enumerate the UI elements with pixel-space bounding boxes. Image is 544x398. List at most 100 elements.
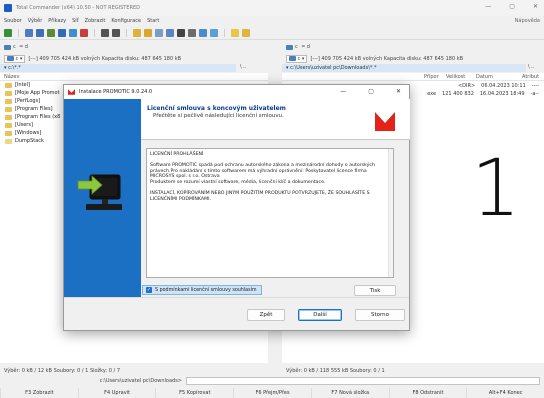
license-scrollbar[interactable] — [388, 149, 393, 277]
license-paragraph: INSTALACÍ, KOPÍROVÁNÍM NEBO JINÝM POUŽIT… — [150, 190, 370, 202]
left-drive-select[interactable]: c ▾ — [4, 54, 26, 63]
dialog-titlebar: Instalace PROMOTIC 9.0.24.0 — ▢ ✕ — [64, 85, 409, 99]
cancel-button[interactable]: Storno — [355, 309, 405, 321]
archive-icon[interactable] — [133, 28, 141, 37]
file-icon — [5, 138, 12, 144]
drive-select-value: c — [297, 55, 301, 62]
detail-view-icon[interactable] — [36, 28, 44, 37]
function-key-bar: F3 Zobrazit F4 Upravit F5 Kopírovat F6 P… — [0, 388, 544, 398]
agree-checkbox[interactable]: ✓ — [146, 287, 152, 293]
next-button[interactable]: Další — [298, 309, 342, 321]
page-subtitle: Přečtěte si pečlivě následující licenční… — [153, 113, 284, 119]
col-ext[interactable]: Přípor — [424, 74, 439, 80]
ftp-icon[interactable] — [199, 28, 207, 37]
forward-arrow-icon[interactable] — [112, 28, 120, 37]
unpack-icon[interactable] — [144, 28, 152, 37]
notepad-icon[interactable] — [231, 28, 239, 37]
license-heading: LICENČNÍ PROHLÁŠENÍ — [150, 152, 204, 157]
folder-icon[interactable] — [242, 28, 250, 37]
dialog-minimize-button[interactable]: — — [340, 88, 346, 95]
f8-delete-button[interactable]: F8 Odstranit — [388, 388, 467, 398]
menu-napoveda[interactable]: Nápověda — [515, 18, 540, 24]
col-attr[interactable]: Atribut — [522, 74, 539, 80]
thumbnail-view-icon[interactable] — [47, 28, 55, 37]
print-button[interactable]: Tisk — [354, 285, 396, 296]
brief-view-icon[interactable] — [25, 28, 33, 37]
menu-soubor[interactable]: Soubor — [4, 18, 22, 24]
back-arrow-icon[interactable] — [101, 28, 109, 37]
exit-button[interactable]: Alt+F4 Konec — [466, 388, 544, 398]
close-button[interactable]: ✕ — [533, 3, 538, 10]
compare-icon[interactable] — [155, 28, 163, 37]
drive-icon — [286, 44, 293, 50]
table-row[interactable]: <DIR> 06.04.2023 10:11 ---- — [452, 82, 539, 90]
menu-vyber[interactable]: Výběr — [28, 18, 43, 24]
page-title: Licenční smlouva s koncovým uživatelem — [147, 105, 286, 112]
pack-icon[interactable] — [80, 28, 88, 37]
menu-start[interactable]: Start — [147, 18, 159, 24]
f4-edit-button[interactable]: F4 Upravit — [77, 388, 156, 398]
rename-icon[interactable] — [188, 28, 196, 37]
f6-move-button[interactable]: F6 Přejm/Přes — [233, 388, 311, 398]
sync-icon[interactable] — [166, 28, 174, 37]
menu-zobrazit[interactable]: Zobrazit — [85, 18, 106, 24]
tc-menubar: Soubor Výběr Příkazy Síť Zobrazit Konfig… — [0, 16, 544, 26]
f5-copy-button[interactable]: F5 Kopírovat — [155, 388, 233, 398]
left-status: Výběr: 0 kB / 12 kB Soubory: 0 / 1 Složk… — [4, 367, 120, 374]
command-input[interactable] — [186, 377, 540, 385]
left-path[interactable]: ▾ c:\*.* — [0, 64, 236, 72]
promotic-logo-icon — [68, 89, 75, 95]
toolbar-separator — [224, 28, 225, 37]
right-path[interactable]: ▾ c:\Users\uzivatel pc\Downloads\*.* — [282, 64, 526, 72]
f3-view-button[interactable]: F3 Zobrazit — [0, 388, 78, 398]
license-text-box[interactable]: LICENČNÍ PROHLÁŠENÍ Software PROMOTIC sp… — [146, 148, 394, 278]
url-icon[interactable] — [210, 28, 218, 37]
dash: ═ — [301, 44, 305, 50]
command-path: c:\Users\uzivatel pc\Downloads> — [99, 378, 182, 384]
file-name: [Intel] — [15, 82, 30, 88]
menu-sit[interactable]: Síť — [72, 18, 79, 24]
right-drive-c[interactable]: c — [286, 44, 298, 50]
drive-label: d — [306, 44, 310, 50]
file-name: [Program Files] — [15, 106, 53, 112]
folder-icon — [5, 122, 12, 128]
menu-prikazy[interactable]: Příkazy — [48, 18, 66, 24]
right-drive-bar: c ═ d — [282, 42, 544, 52]
col-date[interactable]: Datum — [476, 74, 493, 80]
row-date: 16.04.2023 18:49 — [479, 91, 525, 97]
folder-icon — [5, 90, 12, 96]
left-drive-bar: c ═ d — [0, 42, 268, 52]
col-size[interactable]: Velikost — [446, 74, 465, 80]
file-name: [PerfLogs] — [15, 98, 41, 104]
dialog-maximize-button[interactable]: ▢ — [368, 88, 374, 95]
minimize-button[interactable]: — — [485, 3, 491, 10]
maximize-button[interactable]: ▢ — [509, 3, 515, 10]
sort-icon[interactable] — [69, 28, 77, 37]
left-path-nav[interactable]: \ .. — [240, 64, 246, 70]
right-column-header: Přípor Velikost Datum Atribut — [282, 73, 544, 81]
search-icon[interactable] — [177, 28, 185, 37]
right-path-nav[interactable]: \ .. — [528, 64, 534, 70]
left-drive-c[interactable]: c — [4, 44, 16, 50]
menu-konfigurace[interactable]: Konfigurace — [111, 18, 141, 24]
left-drive-d[interactable]: ═ d — [20, 44, 28, 50]
file-name: [Users] — [15, 122, 33, 128]
agree-checkbox-row[interactable]: ✓ S podmínkami licenční smlouvy souhlasí… — [142, 285, 262, 295]
row-size: <DIR> — [457, 83, 476, 89]
refresh-icon[interactable] — [4, 28, 12, 37]
folder-icon — [5, 82, 12, 88]
dialog-close-button[interactable]: ✕ — [396, 88, 401, 95]
right-drive-select[interactable]: c ▾ — [286, 54, 308, 63]
folder-icon — [5, 114, 12, 120]
row-ext: exe — [427, 91, 437, 97]
right-drive-d[interactable]: ═ d — [302, 44, 310, 50]
f7-newfolder-button[interactable]: F7 Nová složka — [310, 388, 389, 398]
col-name[interactable]: Název — [4, 74, 19, 80]
folder-icon — [5, 130, 12, 136]
tree-view-icon[interactable] — [58, 28, 66, 37]
table-row[interactable]: exe 121 400 832 16.04.2023 18:49 -a-- — [427, 90, 539, 98]
back-button[interactable]: Zpět — [247, 309, 285, 321]
toolbar-separator — [126, 28, 127, 37]
tc-app-icon — [4, 4, 12, 12]
drive-icon — [289, 56, 296, 61]
